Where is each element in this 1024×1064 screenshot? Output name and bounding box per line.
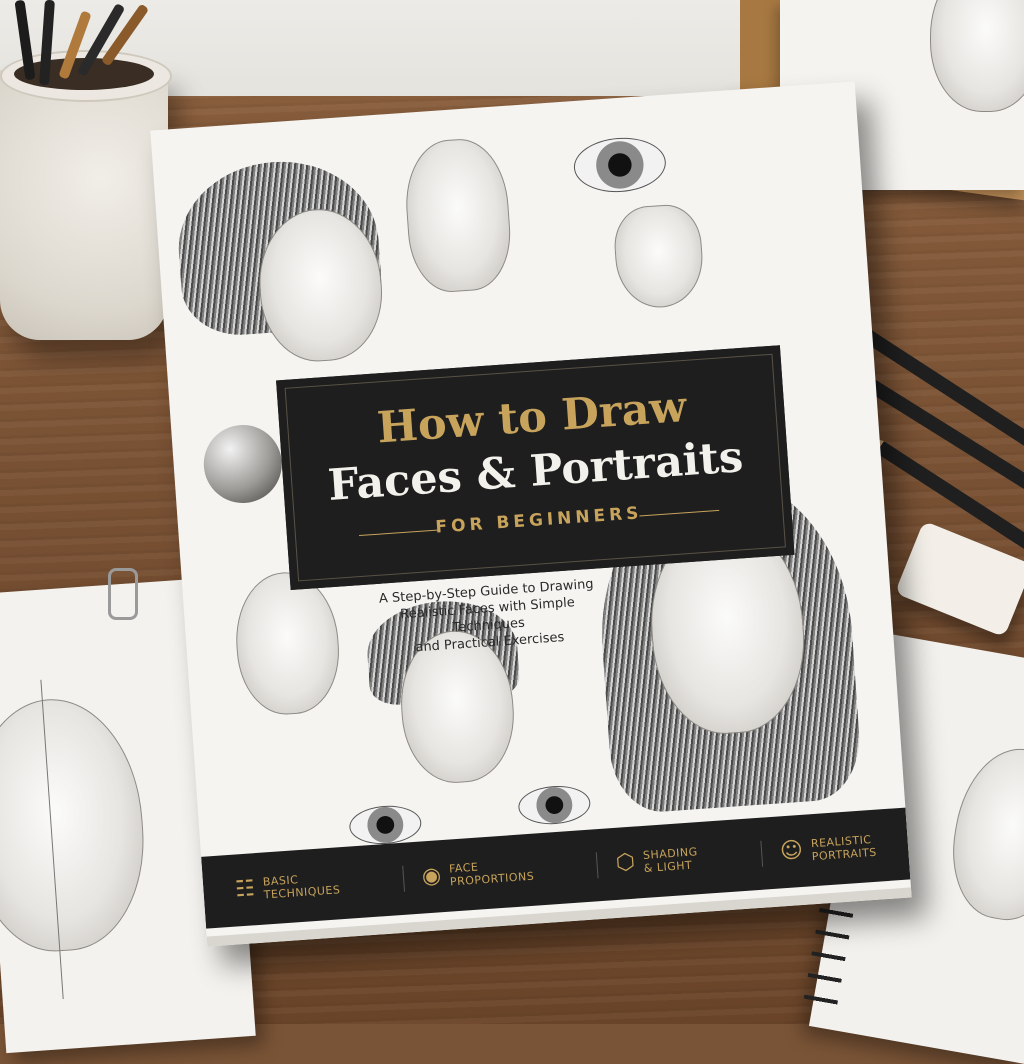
- eye-icon: ◉: [421, 863, 443, 890]
- portrait-icon: ☺: [779, 837, 805, 865]
- feature-label: & LIGHT: [643, 858, 693, 875]
- feature-face-proportions: ◉ FACE PROPORTIONS: [402, 856, 535, 892]
- head-construction-sketch: [0, 693, 152, 957]
- eye-study-right: [517, 783, 592, 827]
- feature-basic-techniques: ☷ BASIC TECHNIQUES: [234, 870, 341, 903]
- sphere-shading-sketch: [201, 422, 285, 506]
- head-proportion-sketch: [401, 135, 515, 295]
- book-subtitle: A Step-by-Step Guide to Drawing Realisti…: [361, 575, 615, 660]
- title-band: How to Draw Faces & Portraits FOR BEGINN…: [276, 345, 795, 590]
- eye-study-left: [348, 803, 423, 847]
- binder-clip: [108, 568, 138, 620]
- feature-realistic-portraits: ☺ REALISTIC PORTRAITS: [760, 832, 878, 867]
- nose-sketch: [611, 202, 706, 311]
- cube-icon: ⬡: [614, 849, 637, 876]
- profile-sketch: [941, 739, 1024, 929]
- head-grid-icon: ☷: [234, 876, 257, 903]
- pencil-cup: [0, 70, 168, 340]
- feature-shading-light: ⬡ SHADING & LIGHT: [595, 845, 699, 879]
- book-cover: How to Draw Faces & Portraits FOR BEGINN…: [150, 81, 912, 947]
- lips-sketch: [930, 0, 1024, 112]
- eye-sketch: [572, 134, 668, 196]
- head-grid-sketch: [231, 568, 344, 718]
